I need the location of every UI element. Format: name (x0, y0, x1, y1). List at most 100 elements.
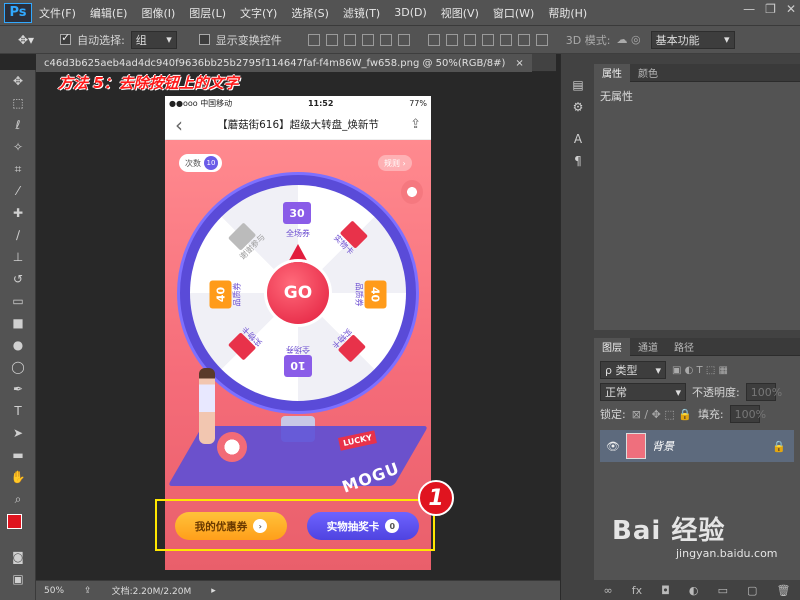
brush-tool-icon[interactable]: ∕ (0, 224, 36, 246)
export-icon[interactable]: ⇪ (84, 586, 92, 596)
history-brush-tool-icon[interactable]: ↺ (0, 268, 36, 290)
tab-layers[interactable]: 图层 (594, 337, 630, 356)
align-vcenter-icon[interactable] (325, 33, 338, 46)
step-badge: 1 (418, 480, 454, 516)
align-right-icon[interactable] (397, 33, 410, 46)
healing-brush-tool-icon[interactable]: ✚ (0, 202, 36, 224)
dodge-tool-icon[interactable]: ◯ (0, 356, 36, 378)
count-value: 10 (204, 156, 218, 170)
align-hcenter-icon[interactable] (379, 33, 392, 46)
new-layer-icon[interactable]: ▢ (747, 584, 757, 597)
rules-button: 规则 › (378, 155, 412, 171)
blur-tool-icon[interactable]: ● (0, 334, 36, 356)
adjustment-icon[interactable]: ◐ (689, 584, 699, 597)
status-menu-icon[interactable]: ▸ (211, 586, 216, 596)
visibility-eye-icon[interactable]: 👁 (606, 440, 620, 453)
distribute-right-icon[interactable] (517, 33, 530, 46)
menu-type[interactable]: 文字(Y) (233, 5, 284, 21)
menu-view[interactable]: 视图(V) (434, 5, 486, 21)
opacity-input[interactable]: 100% (745, 383, 782, 401)
show-transform-checkbox[interactable] (198, 34, 210, 45)
back-icon: ‹ (175, 112, 183, 137)
screen-mode-icon[interactable]: ▣ (0, 568, 36, 590)
align-bottom-icon[interactable] (343, 33, 356, 46)
menu-select[interactable]: 选择(S) (284, 5, 336, 21)
menu-edit[interactable]: 编辑(E) (83, 5, 135, 21)
gradient-tool-icon[interactable]: ■ (0, 312, 36, 334)
tools-panel: ✥ ⬚ ℓ ✧ ⌗ ⁄ ✚ ∕ ⊥ ↺ ▭ ■ ● ◯ ✒ T ➤ ▬ ✋ ⌕ … (0, 70, 36, 600)
photoshop-logo: Ps (4, 2, 32, 23)
distribute-hcenter-icon[interactable] (499, 33, 512, 46)
opacity-label: 不透明度: (692, 386, 740, 399)
annotation-title: 方法 5：去除按钮上的文字 (58, 74, 239, 92)
history-panel-icon[interactable]: ▤ (561, 74, 595, 96)
move-tool-icon[interactable]: ✥▾ (18, 33, 34, 47)
zoom-tool-icon[interactable]: ⌕ (0, 488, 36, 510)
lock-icons[interactable]: ⊠ ∕ ✥ ⬚ 🔒 (632, 408, 692, 421)
mode-3d-label: 3D 模式: (565, 33, 611, 47)
blend-mode-dropdown[interactable]: 正常 ▾ (600, 383, 686, 401)
link-icon[interactable]: ∞ (604, 584, 613, 597)
group-icon[interactable]: ▭ (718, 584, 728, 597)
hand-tool-icon[interactable]: ✋ (0, 466, 36, 488)
highlight-box (155, 499, 435, 551)
watermark-url: jingyan.baidu.com (676, 547, 778, 560)
fill-input[interactable]: 100% (729, 405, 766, 423)
restore-icon[interactable]: ❐ (765, 2, 776, 16)
magic-wand-tool-icon[interactable]: ✧ (0, 136, 36, 158)
actions-panel-icon[interactable]: ⚙ (561, 96, 595, 118)
shape-tool-icon[interactable]: ▬ (0, 444, 36, 466)
orbit-3d-icon[interactable]: ☁ ◎ (616, 33, 640, 46)
quick-mask-icon[interactable]: ◙ (0, 546, 36, 568)
distribute-vcenter-icon[interactable] (445, 33, 458, 46)
align-top-icon[interactable] (307, 33, 320, 46)
distribute-bottom-icon[interactable] (463, 33, 476, 46)
distribute-left-icon[interactable] (481, 33, 494, 46)
menu-layer[interactable]: 图层(L) (182, 5, 233, 21)
trash-icon[interactable]: 🗑 (776, 584, 790, 597)
tab-paths[interactable]: 路径 (666, 338, 702, 356)
close-tab-icon[interactable]: × (515, 58, 523, 69)
workspace-dropdown[interactable]: 基本功能 ▾ (650, 30, 735, 49)
close-icon[interactable]: ✕ (786, 2, 796, 16)
menu-window[interactable]: 窗口(W) (486, 5, 541, 21)
document-tab[interactable]: c46d3b625aeb4ad4dc940f9636bb25b2795f1146… (36, 54, 532, 72)
path-selection-tool-icon[interactable]: ➤ (0, 422, 36, 444)
fx-icon[interactable]: fx (632, 584, 642, 597)
minimize-icon[interactable]: — (743, 2, 755, 16)
distribute-top-icon[interactable] (427, 33, 440, 46)
tab-properties[interactable]: 属性 (594, 63, 630, 82)
tab-color[interactable]: 颜色 (630, 64, 666, 82)
auto-select-checkbox[interactable] (60, 31, 72, 45)
crop-tool-icon[interactable]: ⌗ (0, 158, 36, 180)
foreground-color-swatch[interactable] (7, 514, 22, 529)
carrier-text: ●●ooo 中国移动 (169, 98, 233, 108)
character-panel-icon[interactable]: A (561, 128, 595, 150)
align-left-icon[interactable] (361, 33, 374, 46)
marquee-tool-icon[interactable]: ⬚ (0, 92, 36, 114)
auto-select-label: 自动选择: (77, 33, 125, 47)
auto-align-icon[interactable] (535, 33, 548, 46)
layer-kind-filter[interactable]: ρ 类型 ▾ (600, 361, 666, 379)
stamp-tool-icon[interactable]: ⊥ (0, 246, 36, 268)
menu-file[interactable]: 文件(F) (32, 5, 83, 21)
menu-help[interactable]: 帮助(H) (541, 5, 594, 21)
mask-icon[interactable]: ◘ (661, 584, 670, 597)
menu-filter[interactable]: 滤镜(T) (336, 5, 387, 21)
menu-3d[interactable]: 3D(D) (387, 6, 434, 19)
pen-tool-icon[interactable]: ✒ (0, 378, 36, 400)
lasso-tool-icon[interactable]: ℓ (0, 114, 36, 136)
color-swatches[interactable] (0, 510, 36, 546)
type-tool-icon[interactable]: T (0, 400, 36, 422)
paragraph-panel-icon[interactable]: ¶ (561, 150, 595, 172)
layer-row-background[interactable]: 👁 背景 🔒 (600, 430, 794, 462)
zoom-level[interactable]: 50% (44, 586, 64, 596)
menu-image[interactable]: 图像(I) (134, 5, 182, 21)
auto-select-dropdown[interactable]: 组 ▾ (130, 30, 177, 49)
move-tool-icon[interactable]: ✥ (0, 70, 36, 92)
eyedropper-tool-icon[interactable]: ⁄ (0, 180, 36, 202)
tab-channels[interactable]: 通道 (630, 338, 666, 356)
chevron-down-icon: ▾ (675, 385, 681, 399)
eraser-tool-icon[interactable]: ▭ (0, 290, 36, 312)
filter-icons[interactable]: ▣ ◐ T ⬚ ▦ (672, 365, 728, 376)
